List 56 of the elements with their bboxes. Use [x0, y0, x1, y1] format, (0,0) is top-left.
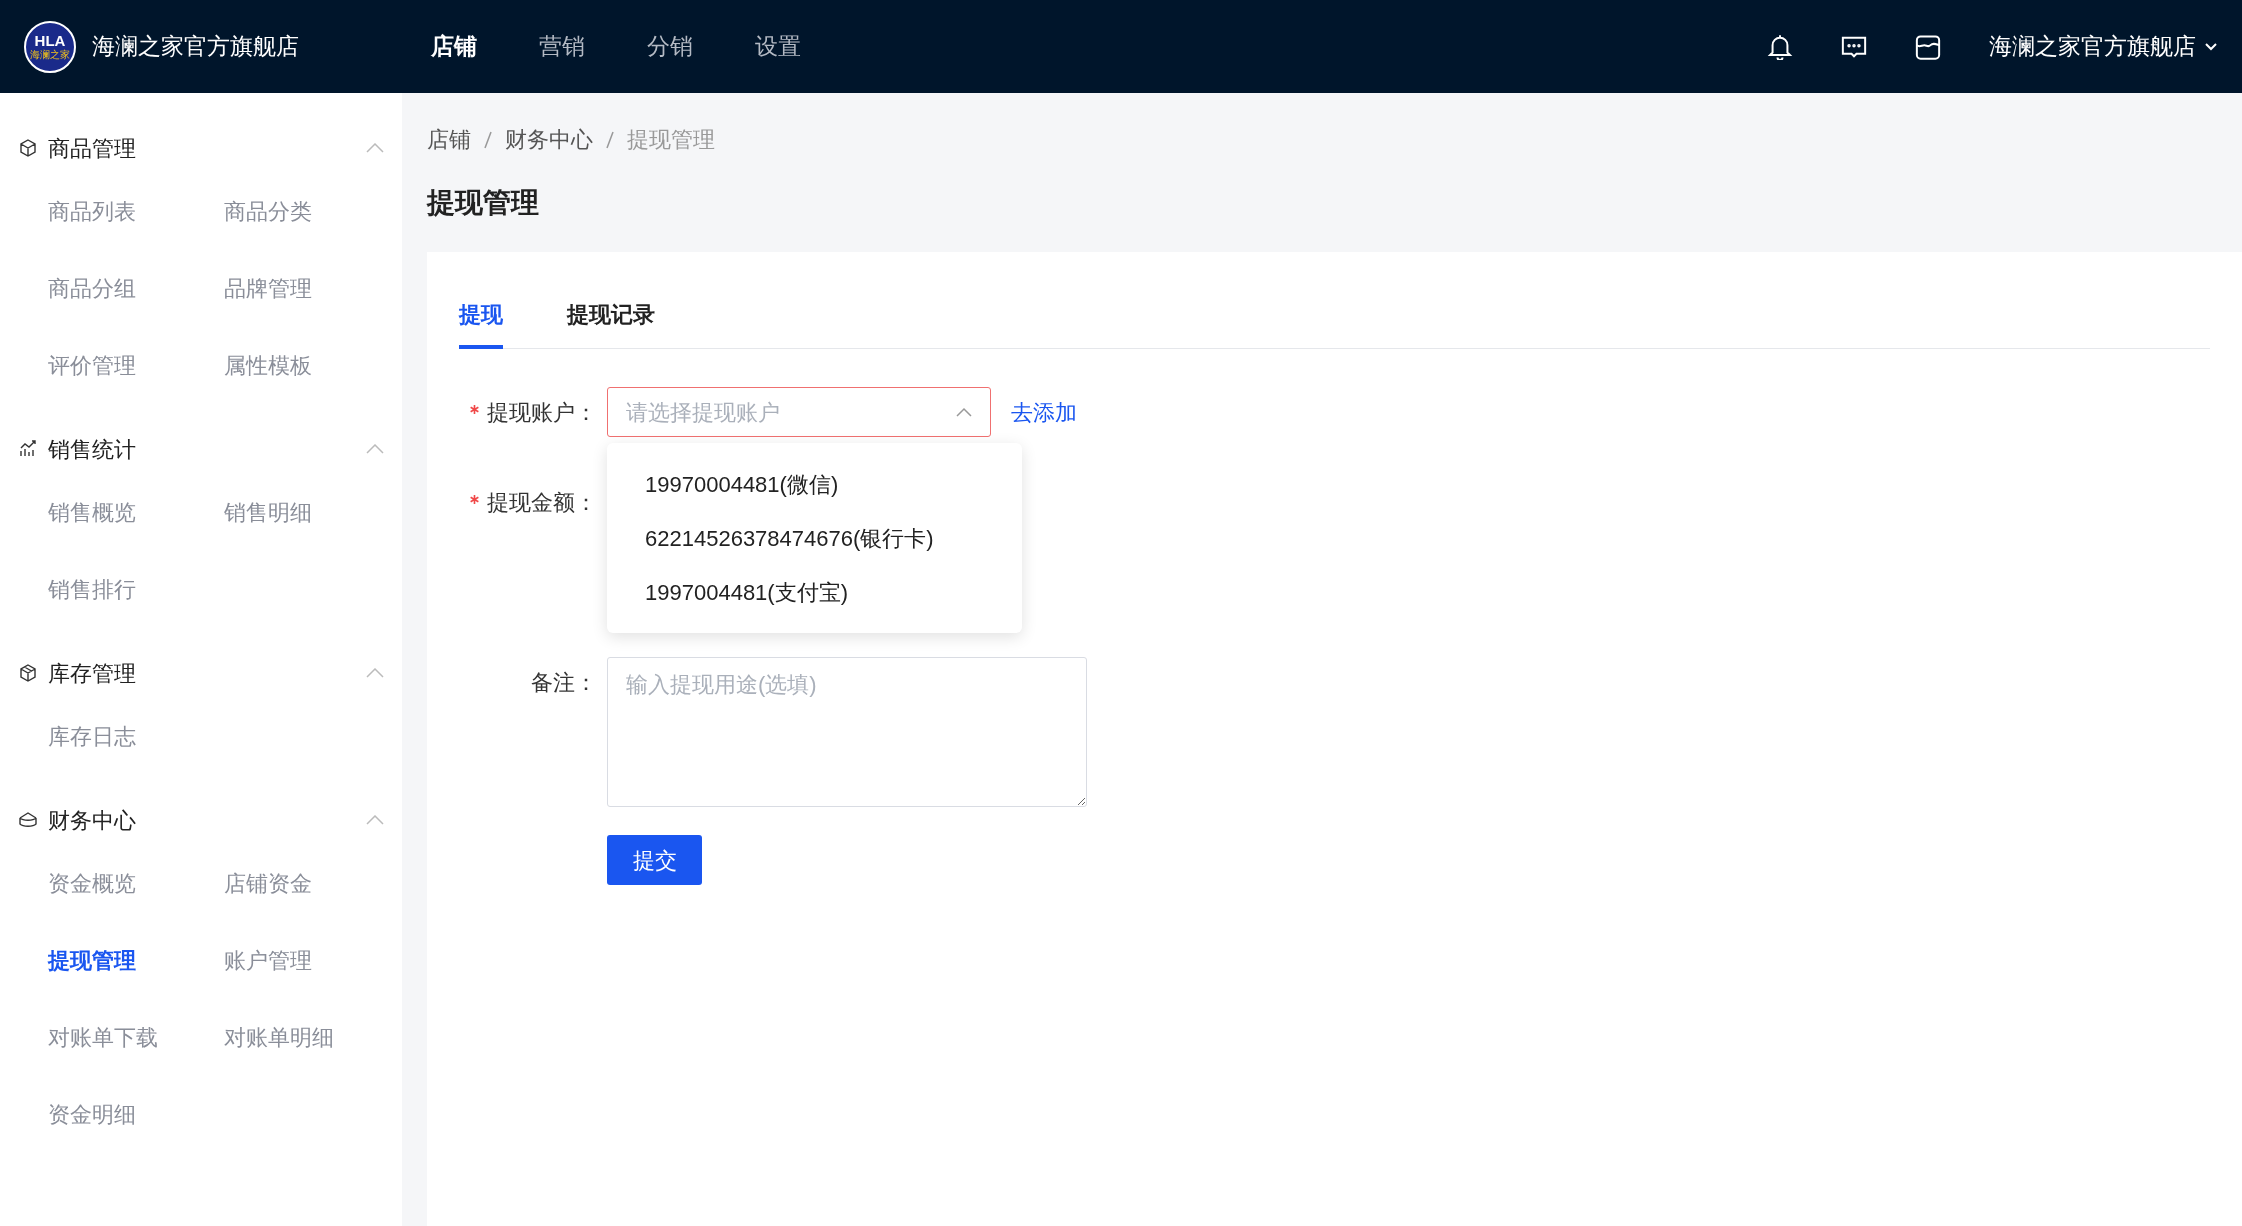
store-name: 海澜之家官方旗舰店 — [92, 32, 300, 62]
breadcrumb-link[interactable]: 财务中心 — [505, 123, 593, 156]
sidebar-item[interactable]: 对账单明细 — [224, 999, 400, 1076]
sidebar-item[interactable]: 店铺资金 — [224, 845, 400, 922]
chevron-up-icon — [366, 143, 384, 153]
page-title: 提现管理 — [427, 186, 540, 220]
wallet-icon — [18, 810, 38, 830]
sidebar-item[interactable]: 商品列表 — [48, 173, 224, 250]
nav-tab[interactable]: 营销 — [539, 29, 585, 64]
sidebar-item[interactable]: 提现管理 — [48, 922, 224, 999]
add-account-link[interactable]: 去添加 — [1011, 395, 1077, 429]
nav-tab[interactable]: 设置 — [755, 29, 801, 64]
nav-tab[interactable]: 店铺 — [431, 29, 477, 64]
field-label: 提现金额： — [487, 488, 597, 517]
sidebar-item[interactable]: 销售排行 — [48, 551, 224, 628]
sidebar-group[interactable]: 库存管理 — [0, 648, 402, 698]
sidebar-item[interactable]: 资金明细 — [48, 1076, 224, 1153]
remark-field[interactable]: 输入提现用途(选填) — [607, 657, 1087, 807]
sidebar-item[interactable]: 品牌管理 — [224, 250, 400, 327]
store-icon[interactable] — [1915, 33, 1941, 60]
account-menu[interactable]: 海澜之家官方旗舰店 — [1989, 29, 2218, 64]
sidebar-item[interactable]: 库存日志 — [48, 698, 224, 775]
sidebar-item[interactable]: 销售明细 — [224, 474, 400, 551]
boxes-icon — [18, 663, 38, 683]
chevron-up-icon — [366, 668, 384, 678]
sidebar-item[interactable]: 销售概览 — [48, 474, 224, 551]
sidebar-group[interactable]: 财务中心 — [0, 795, 402, 845]
breadcrumb-separator-icon — [605, 129, 615, 150]
chevron-up-icon — [366, 444, 384, 454]
dropdown-option[interactable]: 19970004481(微信) — [607, 457, 1022, 511]
chevron-up-icon — [366, 815, 384, 825]
dropdown-option[interactable]: 1997004481(支付宝) — [607, 565, 1022, 619]
field-label: 备注： — [531, 668, 597, 697]
sidebar-item[interactable]: 评价管理 — [48, 327, 224, 404]
store-logo: HLA 海澜之家 — [24, 20, 76, 73]
sidebar-group[interactable]: 商品管理 — [0, 123, 402, 173]
nav-tab[interactable]: 分销 — [647, 29, 693, 64]
tab[interactable]: 提现记录 — [567, 298, 655, 349]
sidebar-item[interactable]: 商品分类 — [224, 173, 400, 250]
sidebar-item[interactable]: 商品分组 — [48, 250, 224, 327]
bell-icon[interactable] — [1767, 33, 1793, 60]
chart-icon — [18, 439, 38, 459]
submit-button[interactable]: 提交 — [607, 835, 702, 885]
box-icon — [18, 138, 38, 158]
breadcrumb-separator-icon — [483, 129, 493, 150]
dropdown-option[interactable]: 62214526378474676(银行卡) — [607, 511, 1022, 565]
chevron-up-icon — [956, 407, 972, 417]
breadcrumb-link[interactable]: 店铺 — [427, 123, 471, 156]
sidebar-item[interactable]: 账户管理 — [224, 922, 400, 999]
tab[interactable]: 提现 — [459, 298, 503, 349]
sidebar-group[interactable]: 销售统计 — [0, 424, 402, 474]
sidebar-item[interactable]: 对账单下载 — [48, 999, 224, 1076]
field-label: 提现账户： — [487, 398, 597, 427]
chevron-down-icon — [2204, 41, 2218, 52]
sidebar-item[interactable]: 资金概览 — [48, 845, 224, 922]
sidebar-item[interactable]: 属性模板 — [224, 327, 400, 404]
